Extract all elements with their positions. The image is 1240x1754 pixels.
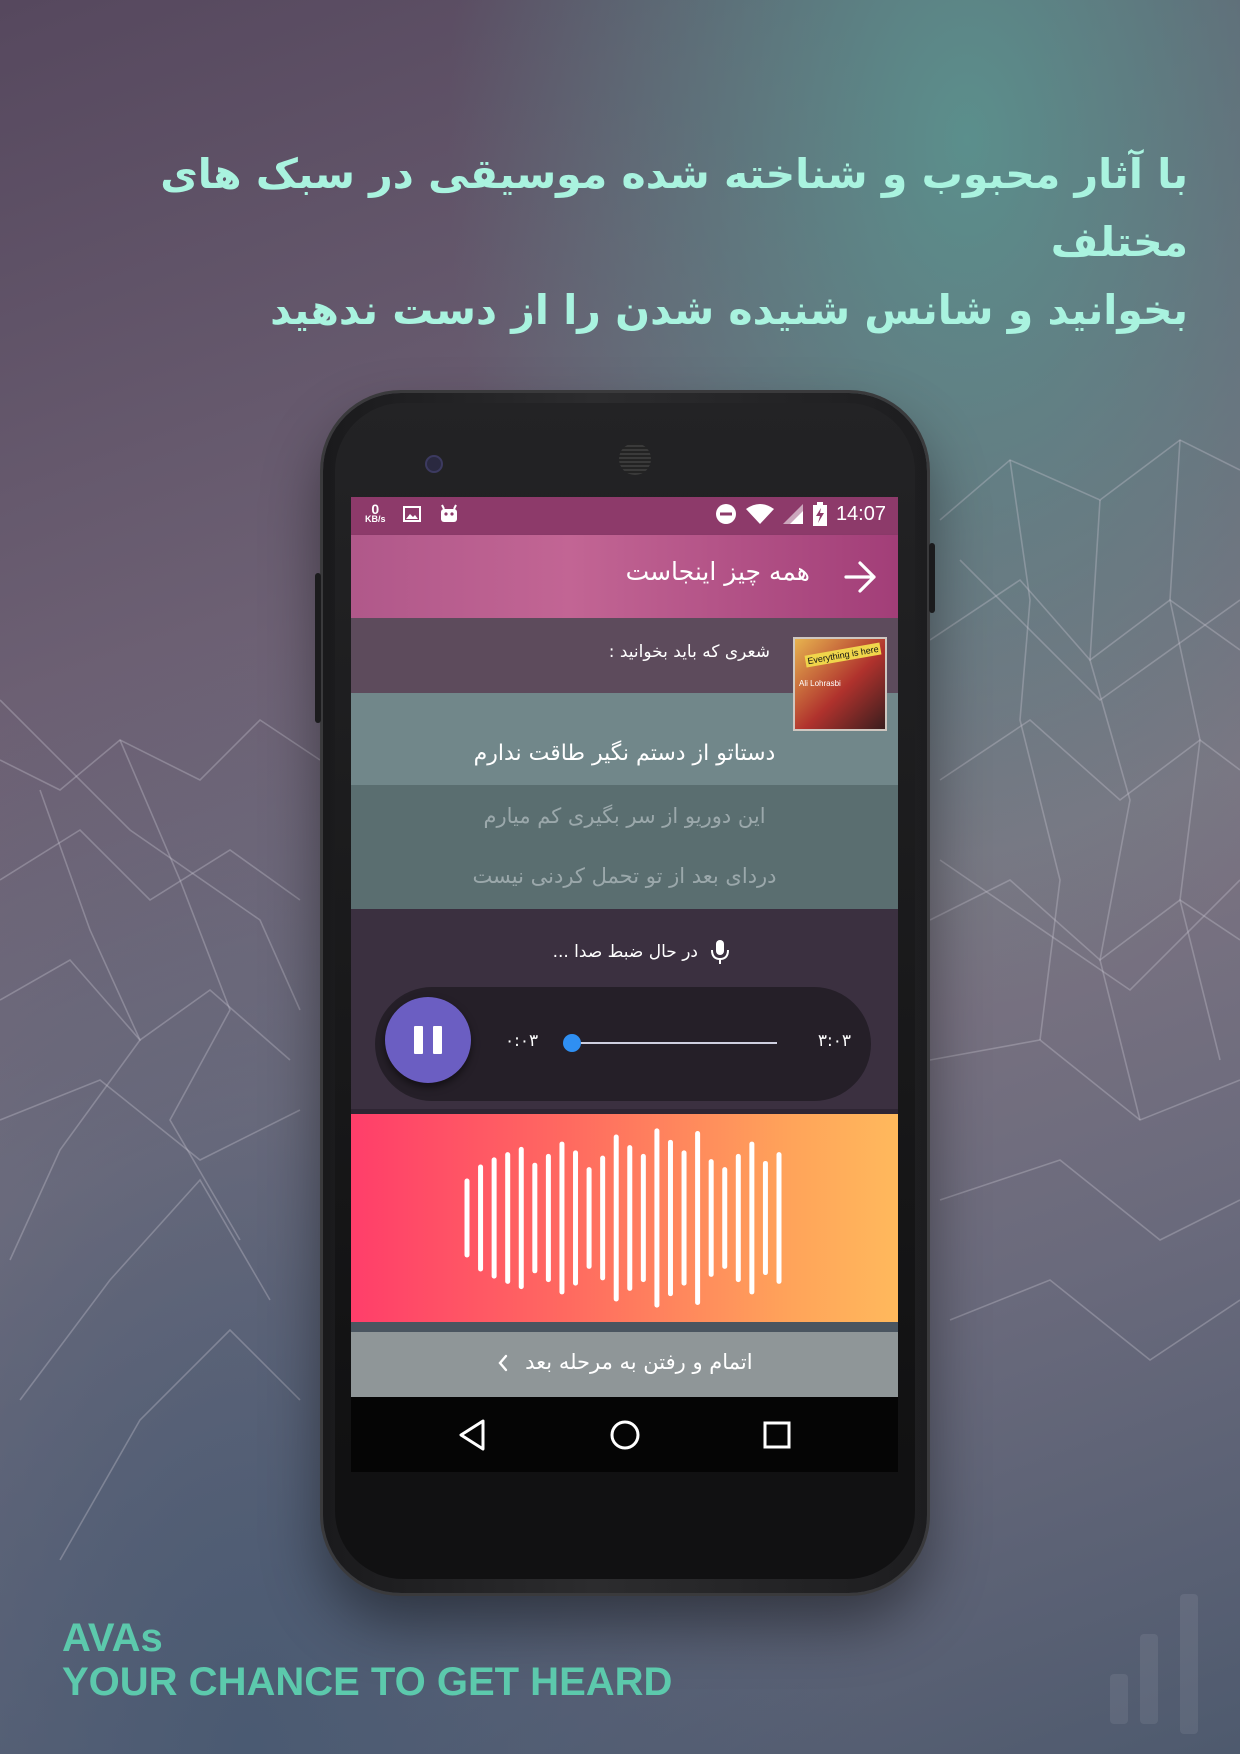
cell-signal-icon <box>782 504 803 524</box>
android-nav-bar <box>351 1397 898 1472</box>
headline-line-2: بخوانید و شانس شنیده شدن را از دست ندهید <box>270 286 1188 334</box>
status-bar: 0 KB/s 14:07 <box>351 497 898 535</box>
nav-recents-icon[interactable] <box>757 1415 797 1455</box>
status-time: 14:07 <box>835 502 886 525</box>
brand-tagline: YOUR CHANCE TO GET HEARD <box>62 1660 673 1704</box>
phone-side-button-right <box>929 543 935 613</box>
battery-charging-icon <box>812 502 827 526</box>
album-art: Everything is here Ali Lohrasbi <box>793 637 887 731</box>
current-time: ۰:۰۳ <box>505 1031 539 1051</box>
network-speed-unit: KB/s <box>365 514 386 524</box>
waveform-panel <box>351 1114 898 1322</box>
progress-track[interactable] <box>571 1042 777 1044</box>
pause-icon-bar <box>414 1026 423 1054</box>
waveform-visualizer <box>464 1128 782 1308</box>
divider-bar <box>351 1322 898 1332</box>
lyric-line-active: دستاتو از دستم نگیر طاقت ندارم <box>473 741 776 766</box>
lyric-line: این دوریو از سر بگیری کم میارم <box>483 804 766 828</box>
song-label: شعری که باید بخوانید : <box>608 642 770 662</box>
network-speed-value: 0 <box>371 501 380 517</box>
brand-block: AVAs YOUR CHANCE TO GET HEARD <box>62 1616 672 1704</box>
progress-thumb[interactable] <box>563 1034 581 1052</box>
network-speed: 0 KB/s <box>365 501 386 524</box>
headline: با آثار محبوب و شناخته شده موسیقی در سبک… <box>40 140 1188 344</box>
pause-button[interactable] <box>385 997 471 1083</box>
wifi-icon <box>745 504 774 524</box>
nav-back-icon[interactable] <box>453 1415 493 1455</box>
nav-home-icon[interactable] <box>605 1415 645 1455</box>
album-art-artist: Ali Lohrasbi <box>799 679 841 688</box>
finish-next-step-button[interactable]: اتمام و رفتن به مرحله بعد <box>351 1332 898 1397</box>
headline-line-1: با آثار محبوب و شناخته شده موسیقی در سبک… <box>160 150 1188 266</box>
store-logo-watermark-icon <box>1110 1594 1198 1734</box>
earpiece-speaker-icon <box>619 443 651 475</box>
recording-status-text: در حال ضبط صدا ... <box>552 942 698 962</box>
app-bar-title: همه چیز اینجاست <box>625 557 810 586</box>
recording-status: در حال ضبط صدا ... <box>553 939 730 965</box>
album-art-title: Everything is here <box>804 642 882 668</box>
microphone-icon <box>711 940 729 964</box>
pause-icon-bar <box>433 1026 442 1054</box>
image-notification-icon <box>402 506 421 522</box>
finish-next-step-label: اتمام و رفتن به مرحله بعد <box>351 1350 898 1374</box>
android-notification-icon <box>440 504 457 522</box>
phone-side-button-left <box>315 573 321 723</box>
finish-next-step-text: اتمام و رفتن به مرحله بعد <box>525 1350 753 1374</box>
front-camera-icon <box>425 455 443 473</box>
chevron-left-icon <box>498 1354 508 1372</box>
recorder-panel: در حال ضبط صدا ... ۰:۰۳ ۳:۰۳ <box>351 909 898 1109</box>
back-arrow-icon[interactable] <box>840 557 880 597</box>
lyric-line: دردای بعد از تو تحمل کردنی نیست <box>472 864 777 888</box>
brand-name: AVAs <box>62 1616 163 1660</box>
audio-player: ۰:۰۳ ۳:۰۳ <box>375 987 871 1101</box>
app-bar: همه چیز اینجاست <box>351 535 898 618</box>
do-not-disturb-icon <box>715 504 736 524</box>
total-time: ۳:۰۳ <box>817 1031 851 1051</box>
